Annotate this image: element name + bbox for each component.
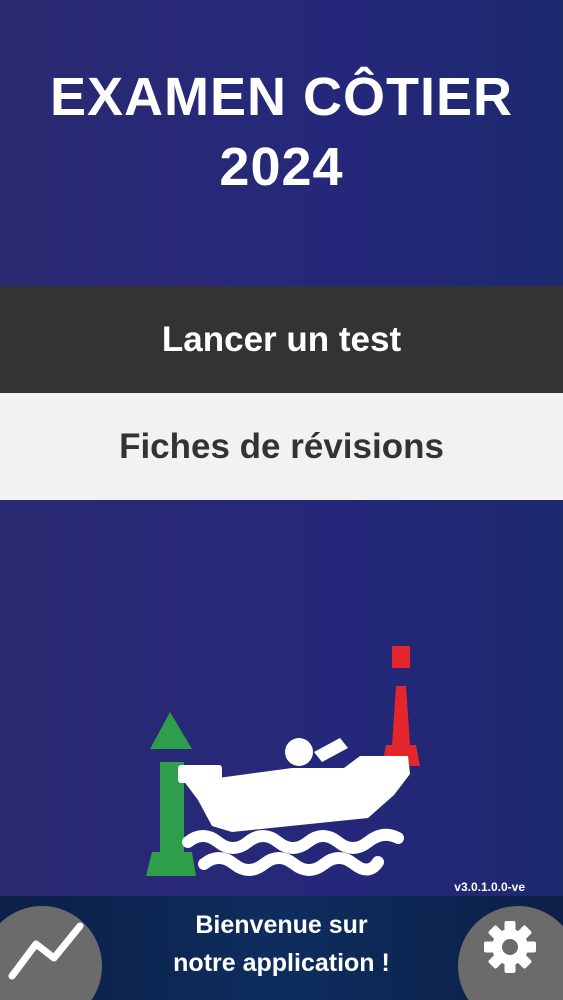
app-title-line2: 2024 [219, 137, 344, 197]
welcome-message: Bienvenue sur notre application ! [110, 906, 453, 982]
app-title-line1: EXAMEN CÔTIER [49, 67, 514, 127]
start-test-button[interactable]: Lancer un test [0, 286, 563, 393]
stats-chart-icon [8, 922, 84, 980]
red-buoy-icon [382, 646, 420, 766]
stats-button[interactable] [0, 906, 102, 1000]
app-title: EXAMEN CÔTIER 2024 [0, 62, 563, 202]
settings-button[interactable] [458, 906, 563, 1000]
boat-buoys-illustration [146, 646, 420, 876]
welcome-line2: notre application ! [173, 949, 390, 977]
welcome-line1: Bienvenue sur [195, 911, 368, 939]
boat-icon [178, 738, 410, 832]
bottom-bar: Bienvenue sur notre application ! [0, 896, 563, 1000]
gear-icon [484, 921, 536, 973]
green-buoy-icon [146, 712, 196, 876]
waves-icon [182, 828, 404, 876]
revision-sheets-button[interactable]: Fiches de révisions [0, 393, 563, 500]
version-label: v3.0.1.0.0-ve [454, 880, 525, 894]
